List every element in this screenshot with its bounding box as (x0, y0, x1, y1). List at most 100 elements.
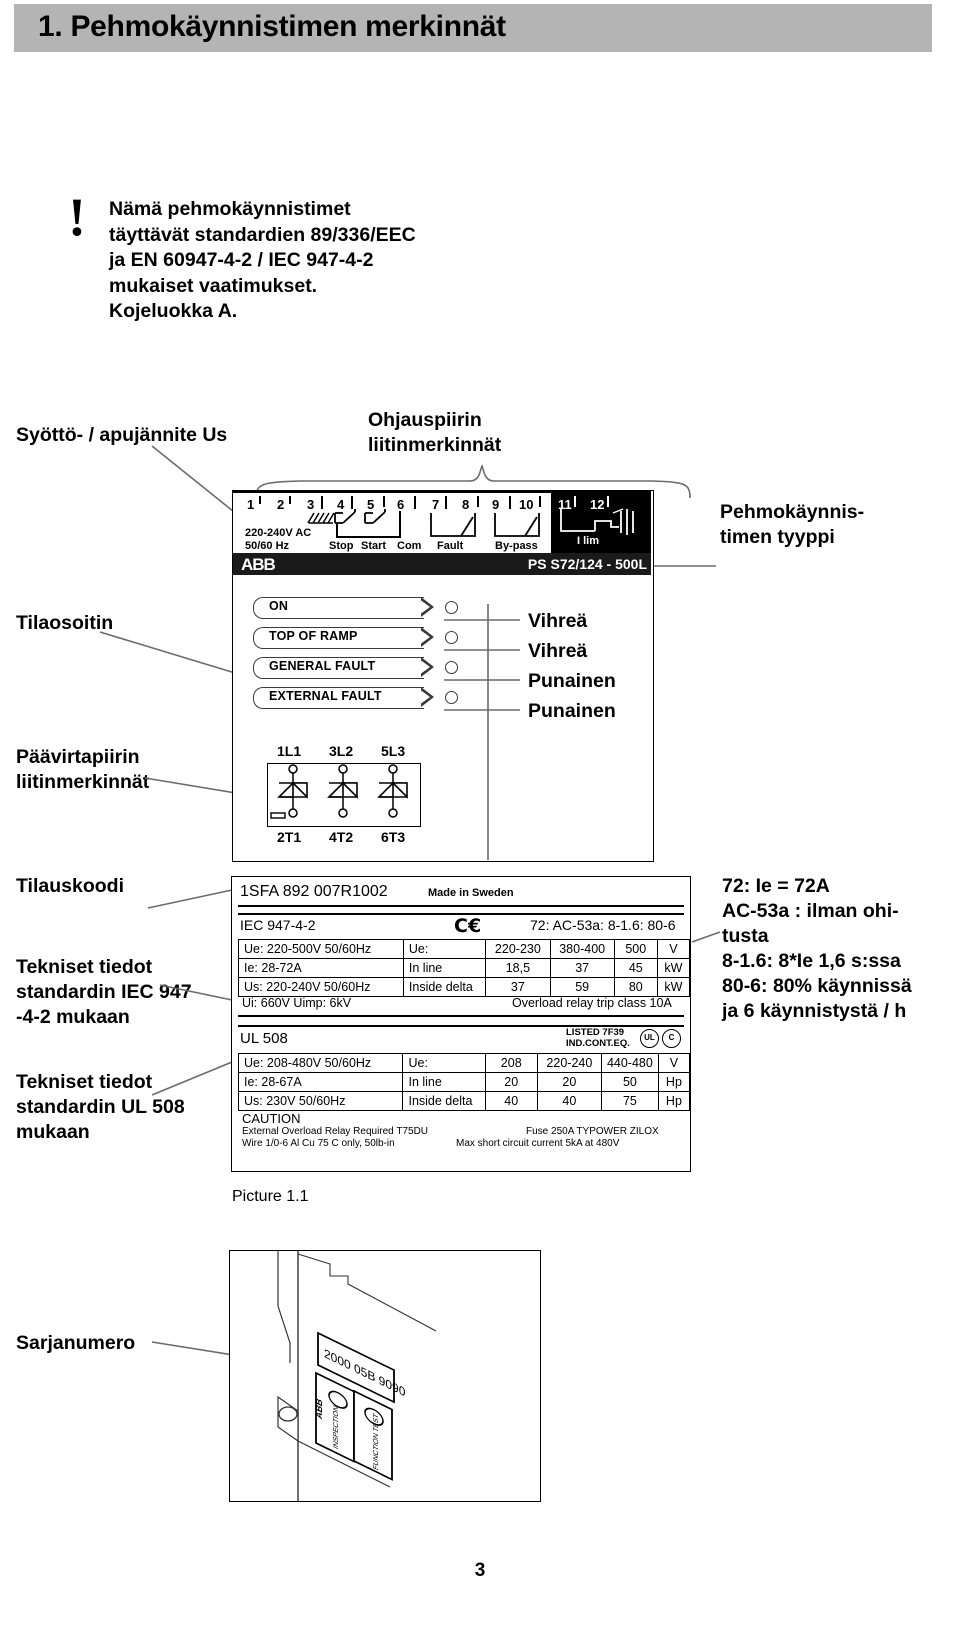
callout-ul-data-line3: mukaan (16, 1121, 90, 1143)
caution-right-line2: Max short circuit current 5kA at 480V (456, 1138, 620, 1149)
warning-line: Nämä pehmokäynnistimet (109, 198, 351, 220)
ul-rating-table: Ue: 208-480V 50/60Hz Ue: 208 220-240 440… (237, 1053, 691, 1111)
plate-ul-listed-line2: IND.CONT.EQ. (566, 1038, 630, 1049)
callout-supply-voltage: Syöttö- / apujännite Us (16, 424, 228, 446)
right-note-line: 8-1.6: 8*Ie 1,6 s:ssa (722, 950, 901, 972)
plate-iec-standard: IEC 947-4-2 (240, 917, 316, 933)
ul-cell-c1: 20 (484, 1072, 538, 1092)
supply-voltage-line1: 220-240V AC (245, 527, 312, 539)
plate-iec-rating-code: 72: AC-53a: 8-1.6: 80-6 (530, 917, 676, 933)
caution-left-line1: External Overload Relay Required T75DU (242, 1126, 429, 1137)
led-label: ON (269, 599, 289, 613)
callout-device-type-line2: timen tyyppi (720, 526, 835, 548)
callout-order-code: Tilauskoodi (16, 875, 124, 897)
plate-ul-standard: UL 508 (240, 1030, 288, 1047)
iec-cell-mid: In line (402, 958, 487, 978)
ul-cell-c1: 40 (484, 1091, 538, 1111)
ul-cell-left: Us: 230V 50/60Hz (237, 1091, 404, 1111)
ul-cell-c2: 20 (536, 1072, 602, 1092)
callout-serial-number: Sarjanumero (16, 1332, 136, 1354)
terminal-number: 2 (277, 497, 285, 512)
ul-cell-unit: Hp (657, 1091, 691, 1111)
plate-iec-footer-left: Ui: 660V Uimp: 6kV (242, 996, 352, 1010)
power-terminal-label-4T2: 4T2 (329, 829, 354, 845)
right-notes: 72: Ie = 72A AC-53a : ilman ohi- tusta 8… (722, 874, 912, 1024)
terminal-number: 7 (432, 497, 440, 512)
ul-cell-mid: In line (402, 1072, 486, 1092)
callout-control-terminals-line1: Ohjauspiirin (368, 409, 482, 431)
led-colour-external-fault: Punainen (528, 700, 616, 722)
page-number: 3 (474, 1560, 486, 1581)
led-label: TOP OF RAMP (269, 629, 358, 643)
ul-cell-c2: 220-240 (536, 1053, 602, 1073)
led-label: GENERAL FAULT (269, 659, 376, 673)
table-row: Ue: 208-480V 50/60Hz Ue: 208 220-240 440… (237, 1053, 691, 1073)
page-title: 1. Pehmokäynnistimen merkinnät (38, 10, 506, 43)
ul-cell-mid: Ue: (402, 1053, 486, 1073)
warning-line: täyttävät standardien 89/336/EEC (109, 223, 416, 246)
thyristor-symbols-icon (270, 764, 408, 819)
supply-voltage-line2: 50/60 Hz (245, 539, 290, 552)
led-indicator-dot (445, 601, 458, 614)
iec-cell-unit: kW (656, 977, 691, 997)
right-note-line: tusta (722, 925, 769, 947)
plate-ul-listed-line1: LISTED 7F39 (566, 1027, 625, 1038)
iec-cell-c2: 59 (549, 977, 615, 997)
warning-line: mukaiset vaatimukset. (109, 274, 318, 297)
document-page: 1. Pehmokäynnistimen merkinnät ! Nämä pe… (0, 0, 960, 1626)
stop-start-contacts-icon (334, 509, 386, 524)
ul-cell-unit: Hp (657, 1072, 691, 1092)
csa-mark-icon: C (662, 1029, 681, 1048)
callout-device-type-line1: Pehmokäynnis- (720, 501, 865, 523)
potentiometer-icon (560, 508, 634, 535)
iec-cell-left: Ie: 28-72A (238, 958, 404, 978)
warning-text: Nämä pehmokäynnistimet täyttävät standar… (109, 197, 416, 325)
iec-cell-c3: 500 (613, 939, 658, 959)
picture-caption: Picture 1.1 (232, 1188, 309, 1205)
table-row: Ie: 28-72A In line 18,5 37 45 kW (238, 958, 691, 978)
iec-cell-mid: Inside delta (402, 977, 487, 997)
fault-contact-icon (430, 513, 476, 537)
exclamation-mark-icon: ! (68, 187, 86, 247)
plate-iec-footer-right: Overload relay trip class 10A (512, 996, 672, 1010)
warning-line: ja EN 60947-4-2 / IEC 947-4-2 (109, 249, 374, 271)
power-terminal-label-2T1: 2T1 (277, 829, 302, 845)
led-label: EXTERNAL FAULT (269, 689, 382, 703)
table-row: Ue: 220-500V 50/60Hz Ue: 220-230 380-400… (238, 939, 691, 959)
serial-number-illustration: 2000 05B 9090 ABB INSPECTION FUNCTION TE… (229, 1250, 541, 1502)
right-note-line: ja 6 käynnistystä / h (722, 1000, 907, 1022)
led-indicator-dot (445, 691, 458, 704)
iec-cell-c1: 37 (485, 977, 551, 997)
iec-cell-left: Ue: 220-500V 50/60Hz (238, 939, 404, 959)
ul-cell-left: Ue: 208-480V 50/60Hz (237, 1053, 404, 1073)
led-colour-general-fault: Punainen (528, 670, 616, 692)
led-arrow-inner (419, 658, 430, 675)
callout-status-indicator: Tilaosoitin (16, 612, 114, 634)
led-arrow-inner (419, 688, 430, 705)
caution-left-line2: Wire 1/0-6 Al Cu 75 C only, 50lb-in (242, 1138, 395, 1149)
control-terminal-strip: 1 2 3 4 5 6 7 8 9 10 11 12 I lim 220-240… (233, 491, 651, 553)
led-arrow-inner (419, 598, 430, 615)
callout-ul-data: Tekniset tiedot standardin UL 508 mukaan (16, 1070, 185, 1145)
bypass-contact-icon (494, 513, 540, 537)
ul-cell-c3: 440-480 (600, 1053, 659, 1073)
iec-rating-table: Ue: 220-500V 50/60Hz Ue: 220-230 380-400… (238, 939, 691, 997)
iec-cell-c1: 220-230 (485, 939, 551, 959)
terminal-number: 1 (247, 497, 255, 512)
callout-power-terminals: Päävirtapiirin liitinmerkinnät (16, 745, 149, 795)
iec-cell-mid: Ue: (402, 939, 487, 959)
power-terminal-label-6T3: 6T3 (381, 829, 406, 845)
callout-power-terminals-line2: liitinmerkinnät (16, 771, 150, 793)
power-terminal-label-1L1: 1L1 (277, 743, 302, 759)
terminal-function-com: Com (397, 540, 422, 552)
inspection-label: INSPECTION (331, 1404, 340, 1451)
iec-cell-unit: kW (656, 958, 691, 978)
led-row: TOP OF RAMP (253, 627, 483, 649)
caution-right-line1: Fuse 250A TYPOWER ZILOX (526, 1126, 659, 1137)
right-note-line: 80-6: 80% käynnissä (722, 975, 912, 997)
led-row: ON (253, 597, 483, 619)
callout-ul-data-line1: Tekniset tiedot (16, 1071, 153, 1093)
callout-iec-data-line1: Tekniset tiedot (16, 956, 153, 978)
terminal-function-start: Start (361, 540, 387, 552)
table-row: Us: 230V 50/60Hz Inside delta 40 40 75 H… (237, 1091, 691, 1111)
